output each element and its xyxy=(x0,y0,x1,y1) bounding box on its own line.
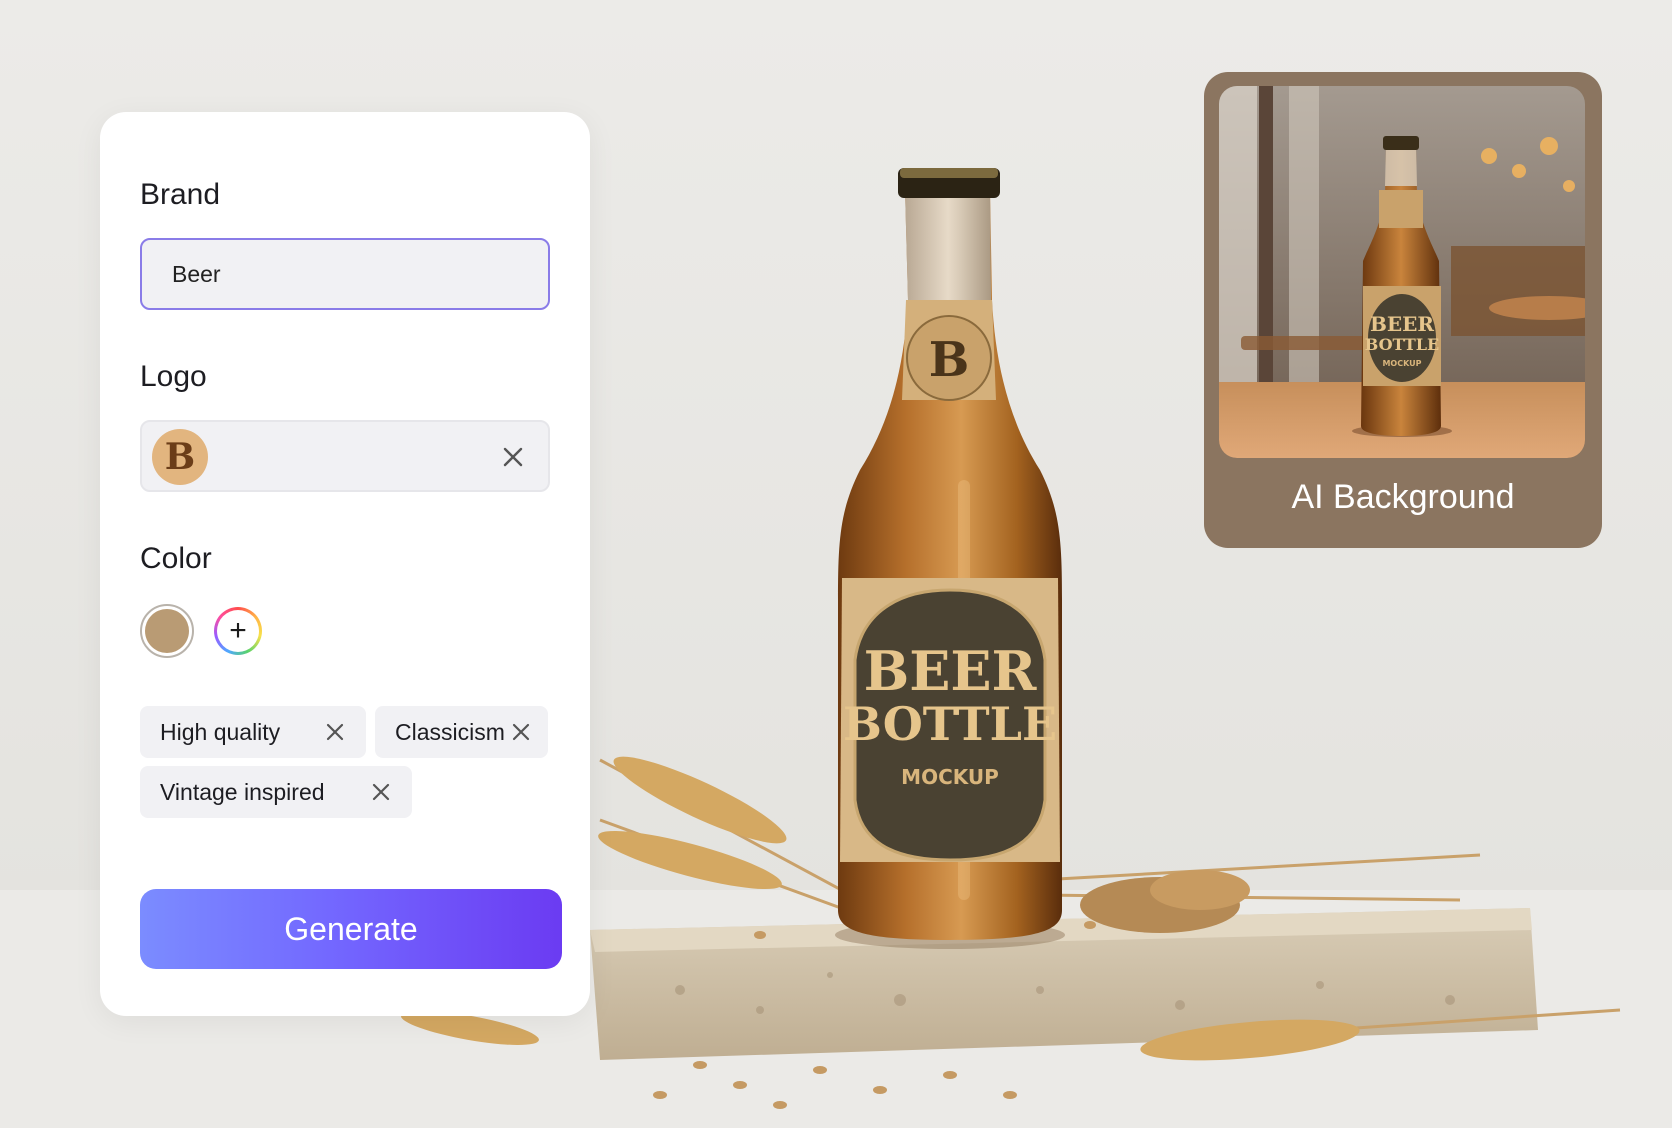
close-icon[interactable] xyxy=(324,721,346,743)
brand-form-panel: Brand Logo B Color + High quality Classi… xyxy=(100,112,590,1016)
preview-label-line3: MOCKUP xyxy=(1382,359,1421,368)
logo-thumbnail: B xyxy=(152,429,208,485)
brand-label: Brand xyxy=(140,178,221,211)
preview-label-line2: BOTTLE xyxy=(1365,335,1439,354)
generate-button[interactable]: Generate xyxy=(140,889,562,969)
preview-label-line1: BEER xyxy=(1370,312,1434,336)
bottle-neck-monogram: B xyxy=(929,332,970,388)
add-color-button[interactable]: + xyxy=(214,607,262,655)
brand-input[interactable] xyxy=(140,238,550,310)
logo-label: Logo xyxy=(140,360,207,393)
color-label: Color xyxy=(140,542,212,575)
tag-chip-label: Vintage inspired xyxy=(160,778,325,805)
tag-chip-label: High quality xyxy=(160,718,281,745)
tag-chip: High quality xyxy=(140,706,366,758)
bottle-label-line3: MOCKUP xyxy=(901,765,999,789)
color-swatch-fill xyxy=(145,609,189,653)
preview-caption: AI Background xyxy=(1291,478,1515,516)
tag-chip-label: Classicism xyxy=(395,718,505,745)
bottle-label-line1: BEER xyxy=(864,639,1038,703)
cafe-scene-image: BEER BOTTLE MOCKUP xyxy=(1219,86,1585,458)
close-icon[interactable] xyxy=(370,781,392,803)
close-icon[interactable] xyxy=(510,721,532,743)
plus-icon: + xyxy=(217,610,259,652)
bottle-label-line2: BOTTLE xyxy=(843,697,1057,751)
ai-background-preview-card[interactable]: BEER BOTTLE MOCKUP AI Background xyxy=(1204,72,1602,548)
close-icon[interactable] xyxy=(500,444,526,470)
preview-image: BEER BOTTLE MOCKUP xyxy=(1219,86,1585,458)
logo-monogram: B xyxy=(164,436,196,478)
color-swatch-selected[interactable] xyxy=(140,604,194,658)
logo-field[interactable]: B xyxy=(140,420,550,492)
tag-chip: Vintage inspired xyxy=(140,766,412,818)
tag-chip: Classicism xyxy=(375,706,548,758)
